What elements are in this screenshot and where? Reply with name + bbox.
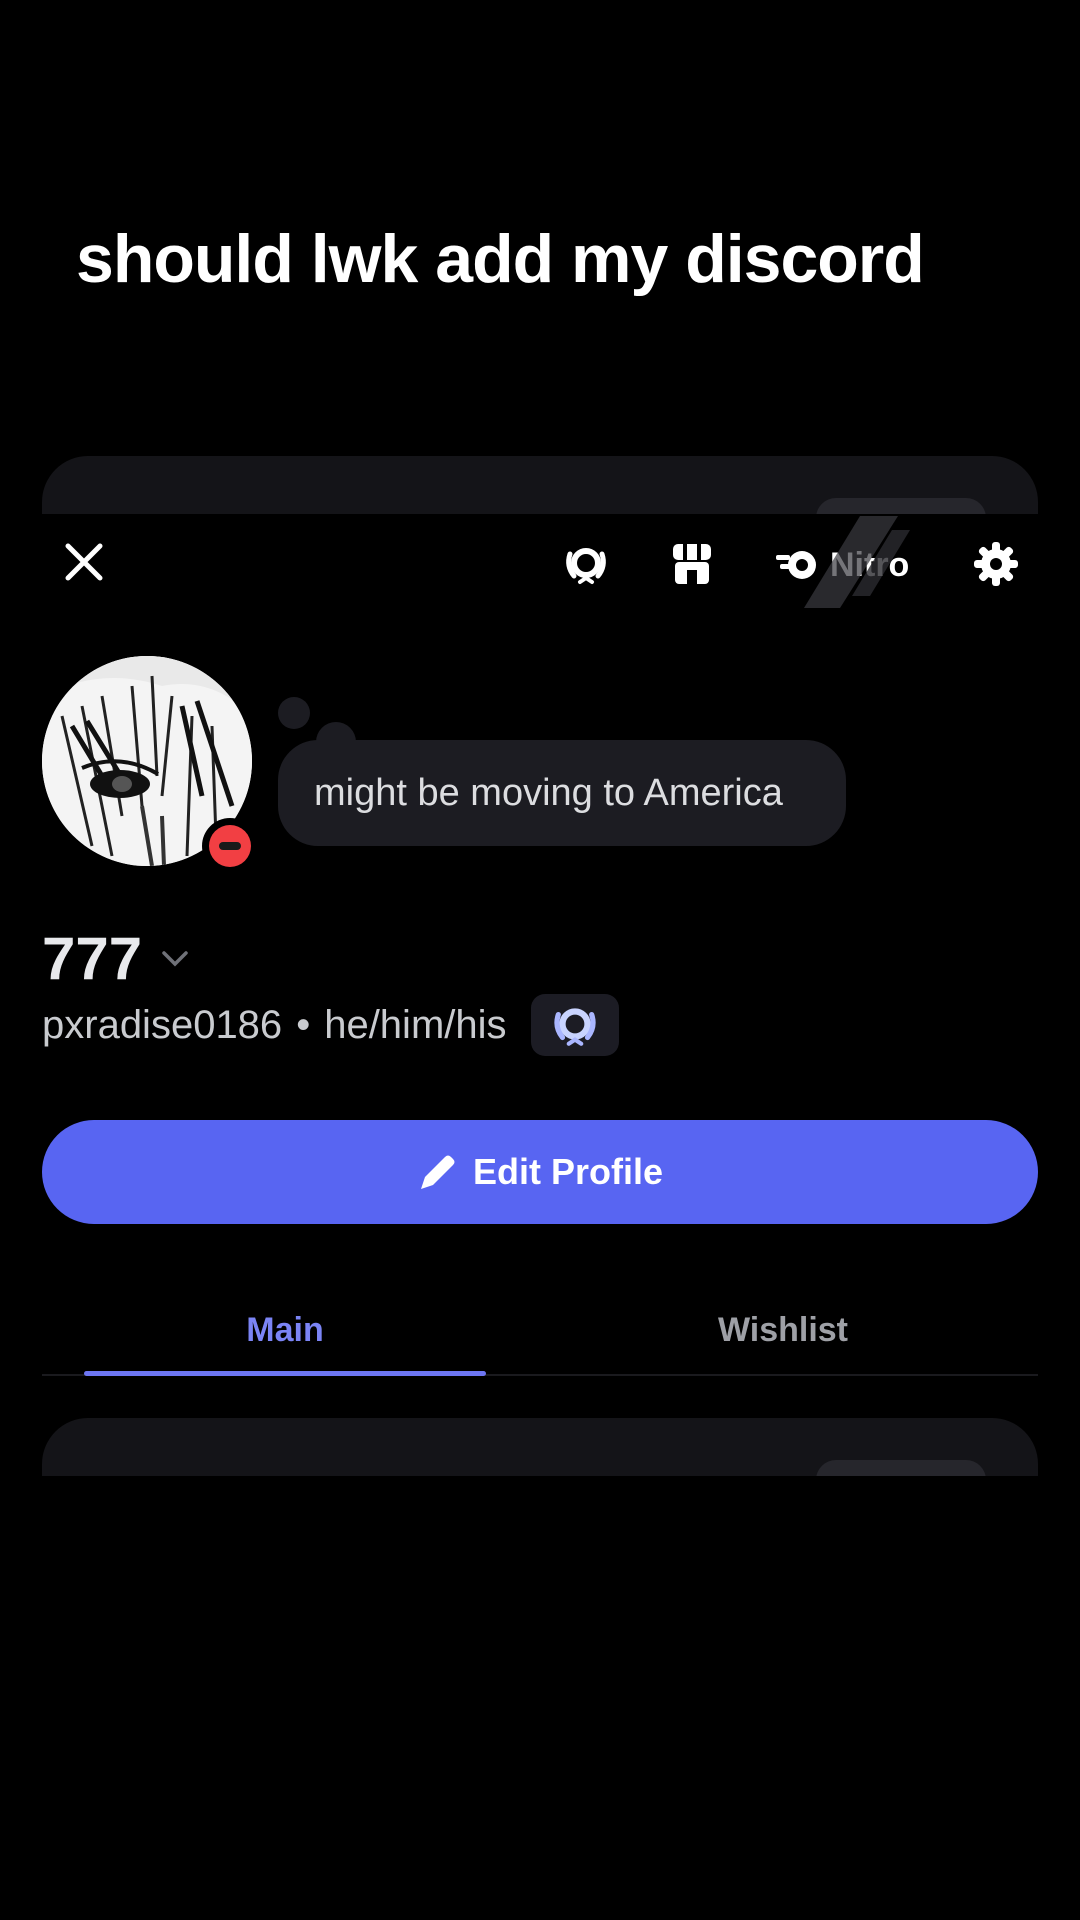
tab-wishlist[interactable]: Wishlist — [582, 1284, 984, 1376]
laurel-badge-icon — [553, 1008, 596, 1046]
edit-profile-label: Edit Profile — [472, 1151, 664, 1192]
status-bubble-dot — [278, 697, 310, 729]
chevron-down-icon — [162, 950, 188, 966]
background-card-top — [42, 456, 1038, 514]
gear-icon[interactable] — [968, 536, 1024, 592]
tab-main[interactable]: Main — [84, 1284, 486, 1376]
profile-tabs: Main Wishlist — [42, 1284, 1038, 1376]
custom-status-bubble[interactable]: might be moving to America — [278, 740, 846, 846]
separator: • — [296, 1002, 311, 1047]
close-icon[interactable] — [56, 534, 112, 590]
pencil-icon — [420, 1155, 455, 1189]
custom-status-text: might be moving to America — [314, 771, 783, 814]
pronouns: he/him/his — [324, 1002, 507, 1047]
display-name-row[interactable]: 777 — [42, 924, 190, 993]
video-caption: should lwk add my discord — [76, 221, 925, 297]
edit-profile-button[interactable]: Edit Profile — [42, 1120, 1038, 1224]
shop-icon[interactable] — [664, 536, 720, 592]
profile-top-bar: Nitro — [0, 514, 1080, 614]
username-row: pxradise0186 • he/him/his — [42, 994, 619, 1056]
display-name: 777 — [42, 925, 143, 992]
username: pxradise0186 — [42, 1002, 283, 1047]
laurel-badge-icon[interactable] — [558, 536, 614, 592]
nitro-banner-decoration — [804, 516, 910, 608]
active-tab-indicator — [84, 1371, 486, 1376]
profile-badge[interactable] — [530, 994, 619, 1056]
do-not-disturb-icon — [209, 825, 251, 867]
background-card-bottom — [42, 1418, 1038, 1476]
presence-indicator — [202, 818, 258, 874]
